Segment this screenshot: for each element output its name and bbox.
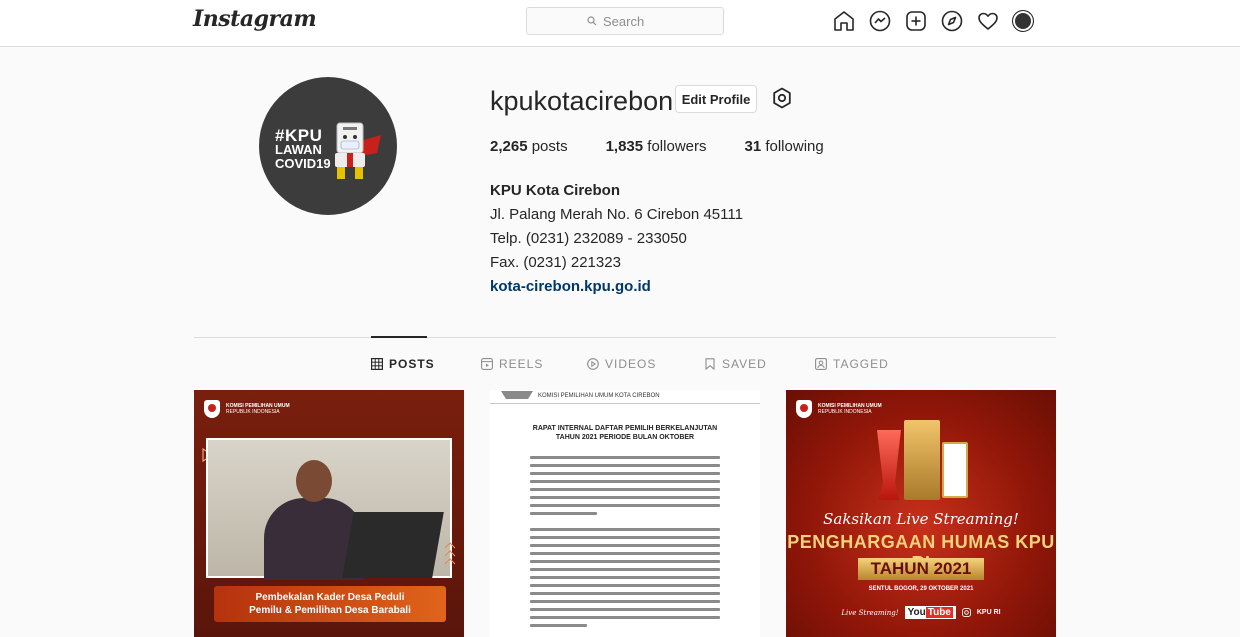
document-text-line bbox=[530, 488, 720, 491]
document-text-line bbox=[530, 544, 720, 547]
tab-tagged[interactable]: TAGGED bbox=[815, 357, 889, 371]
profile-avatar[interactable]: #KPU LAWAN COVID19 bbox=[259, 77, 397, 215]
search-icon bbox=[587, 16, 597, 26]
new-post-icon[interactable] bbox=[904, 9, 928, 33]
nav-icon-group bbox=[832, 9, 1034, 33]
settings-gear-icon[interactable] bbox=[770, 86, 794, 110]
edit-profile-button[interactable]: Edit Profile bbox=[675, 85, 757, 113]
document-text-line bbox=[530, 616, 720, 619]
document-letterhead: KOMISI PEMILIHAN UMUM KOTA CIREBON bbox=[490, 390, 760, 404]
document-text-line bbox=[530, 576, 720, 579]
document-text-line bbox=[530, 472, 720, 475]
profile-username: kpukotacirebon bbox=[490, 86, 674, 116]
posts-count: 2,265 posts bbox=[490, 138, 568, 155]
person-head bbox=[296, 460, 332, 502]
kpu-logo-icon bbox=[796, 400, 812, 418]
messenger-icon[interactable] bbox=[868, 9, 892, 33]
profile-stats: 2,265 posts 1,835 followers 31 following bbox=[490, 138, 862, 155]
instagram-small-icon bbox=[961, 608, 971, 617]
explore-icon[interactable] bbox=[940, 9, 964, 33]
document-text-line bbox=[530, 568, 720, 571]
document-text-line bbox=[530, 504, 720, 507]
document-text-line bbox=[530, 456, 720, 459]
search-input[interactable] bbox=[603, 13, 663, 29]
followers-link[interactable]: 1,835 followers bbox=[606, 138, 707, 155]
event-date: SENTUL BOGOR, 29 OKTOBER 2021 bbox=[868, 586, 974, 592]
tabs-divider bbox=[194, 337, 1056, 338]
following-link[interactable]: 31 following bbox=[744, 138, 823, 155]
home-icon[interactable] bbox=[832, 9, 856, 33]
document-text-line bbox=[530, 592, 720, 595]
tab-saved[interactable]: SAVED bbox=[704, 357, 767, 371]
kpu-logo-icon bbox=[204, 400, 220, 418]
bio-address: Jl. Palang Merah No. 6 Cirebon 45111 bbox=[490, 206, 743, 223]
document-text-line bbox=[530, 552, 720, 555]
tab-reels[interactable]: REELS bbox=[481, 357, 543, 371]
kpu-emblem-icon bbox=[501, 391, 533, 399]
tab-videos[interactable]: VIDEOS bbox=[587, 357, 656, 371]
bio-fax: Fax. (0231) 221323 bbox=[490, 254, 621, 271]
document-text-line bbox=[530, 496, 720, 499]
live-streaming-script-text: Saksikan Live Streaming! bbox=[823, 510, 1019, 528]
document-title: RAPAT INTERNAL DAFTAR PEMILIH BERKELANJU… bbox=[532, 425, 718, 441]
tab-posts[interactable]: POSTS bbox=[371, 357, 435, 371]
document-text-line bbox=[530, 528, 720, 531]
trophy-award bbox=[877, 430, 901, 500]
search-box[interactable] bbox=[526, 7, 724, 35]
award-year: TAHUN 2021 bbox=[858, 558, 984, 580]
profile-bio: KPU Kota Cirebon Jl. Palang Merah No. 6 … bbox=[490, 179, 743, 299]
kpu-header: KOMISI PEMILIHAN UMUM REPUBLIK INDONESIA bbox=[204, 400, 290, 418]
youtube-logo: You Tube bbox=[904, 606, 956, 619]
document-text-line bbox=[530, 464, 720, 467]
instagram-logo[interactable]: Instagram bbox=[193, 6, 317, 32]
post-caption-banner: Pembekalan Kader Desa Peduli Pemilu & Pe… bbox=[214, 586, 446, 622]
tag-icon bbox=[815, 358, 827, 370]
bio-phone: Telp. (0231) 232089 - 233050 bbox=[490, 230, 687, 247]
certificate-award bbox=[942, 442, 968, 498]
profile-full-name: KPU Kota Cirebon bbox=[490, 182, 621, 199]
mascot-ballot-box-icon bbox=[335, 122, 381, 179]
post-thumbnail[interactable]: KOMISI PEMILIHAN UMUM REPUBLIK INDONESIA… bbox=[194, 390, 464, 637]
document-text-line bbox=[530, 480, 720, 483]
post-thumbnail[interactable]: KOMISI PEMILIHAN UMUM REPUBLIK INDONESIA… bbox=[786, 390, 1056, 637]
document-text-line bbox=[530, 560, 720, 563]
post-thumbnail[interactable]: KOMISI PEMILIHAN UMUM KOTA CIREBON RAPAT… bbox=[490, 390, 760, 637]
document-text-line bbox=[530, 584, 720, 587]
top-navigation-bar: Instagram bbox=[0, 0, 1240, 47]
reels-icon bbox=[481, 358, 493, 370]
activity-heart-icon[interactable] bbox=[976, 9, 1000, 33]
kpu-header: KOMISI PEMILIHAN UMUM REPUBLIK INDONESIA bbox=[796, 400, 882, 418]
video-icon bbox=[587, 358, 599, 370]
document-text-line bbox=[530, 512, 597, 515]
plaque-award bbox=[904, 420, 940, 500]
avatar-hashtag-text: #KPU LAWAN COVID19 bbox=[275, 126, 331, 171]
document-text-line bbox=[530, 600, 720, 603]
chevron-up-decoration-icon bbox=[444, 542, 456, 565]
document-text-line bbox=[530, 624, 587, 627]
profile-avatar-nav[interactable] bbox=[1012, 10, 1034, 32]
stream-footer: Live Streaming! You Tube KPU RI bbox=[841, 606, 1001, 619]
bookmark-icon bbox=[705, 358, 715, 370]
document-text-line bbox=[530, 536, 720, 539]
post-photo bbox=[206, 438, 452, 580]
document-text-line bbox=[530, 608, 720, 611]
grid-icon bbox=[371, 358, 383, 370]
active-tab-indicator bbox=[371, 336, 427, 338]
bio-website-link[interactable]: kota-cirebon.kpu.go.id bbox=[490, 278, 651, 295]
laptop-shape bbox=[342, 512, 444, 578]
